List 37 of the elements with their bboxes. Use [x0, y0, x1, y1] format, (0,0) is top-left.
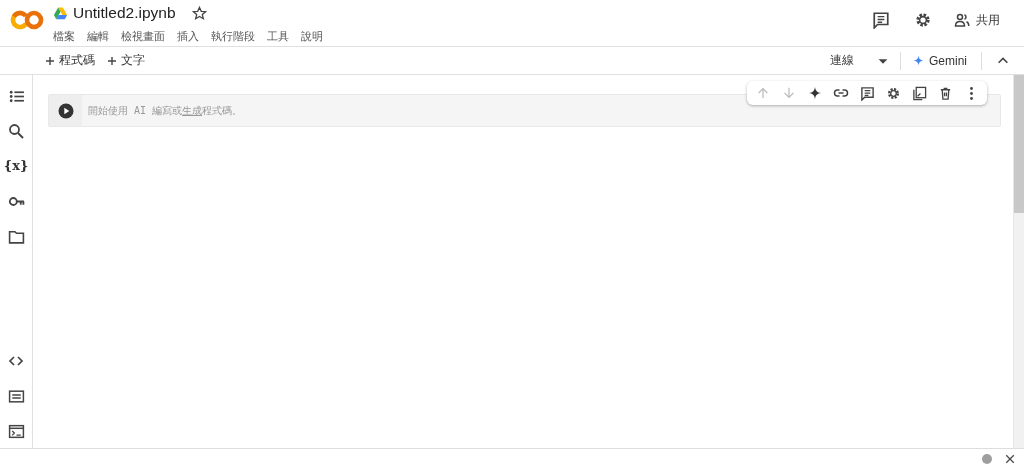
- logo: [10, 10, 44, 30]
- files-button[interactable]: [7, 228, 25, 244]
- sparkle-icon: [913, 55, 924, 66]
- menu-item[interactable]: 檢視畫面: [121, 29, 165, 44]
- share-button[interactable]: 共用: [954, 11, 1000, 29]
- plus-icon: [45, 55, 55, 66]
- command-palette-button[interactable]: [7, 388, 25, 404]
- menu-item[interactable]: 編輯: [87, 29, 109, 44]
- connect-button[interactable]: 連線: [830, 52, 890, 69]
- settings-button[interactable]: [885, 85, 901, 101]
- plus-icon: [107, 55, 117, 66]
- people-icon: [954, 12, 970, 28]
- menu-item[interactable]: 檔案: [53, 29, 75, 44]
- menu-item[interactable]: 工具: [267, 29, 289, 44]
- close-button[interactable]: [1004, 452, 1016, 465]
- mirror-cell-button[interactable]: [911, 85, 927, 101]
- comment-button[interactable]: [859, 85, 875, 101]
- menu-item[interactable]: 說明: [301, 29, 323, 44]
- menu-item[interactable]: 插入: [177, 29, 199, 44]
- settings-button[interactable]: [914, 11, 932, 29]
- table-of-contents-button[interactable]: [7, 88, 25, 104]
- star-button[interactable]: [191, 5, 207, 21]
- more-icon: [969, 86, 973, 100]
- drive-icon: [53, 5, 68, 21]
- cell-placeholder: 開始使用 AI 編寫或生成程式碼。: [88, 103, 243, 118]
- add-button[interactable]: 文字: [107, 52, 145, 69]
- add-button[interactable]: 程式碼: [45, 52, 95, 69]
- run-button[interactable]: [49, 95, 82, 126]
- terminal-button[interactable]: [7, 423, 25, 439]
- play-icon: [57, 102, 74, 119]
- search-button[interactable]: [7, 123, 25, 139]
- menu-item[interactable]: 執行階段: [211, 29, 255, 44]
- comments-button[interactable]: [872, 11, 890, 29]
- gemini-button[interactable]: Gemini: [901, 53, 981, 68]
- status-dot-icon: [982, 453, 992, 464]
- scrollbar[interactable]: [1013, 75, 1024, 448]
- notebook-title[interactable]: Untitled2.ipynb: [73, 4, 176, 22]
